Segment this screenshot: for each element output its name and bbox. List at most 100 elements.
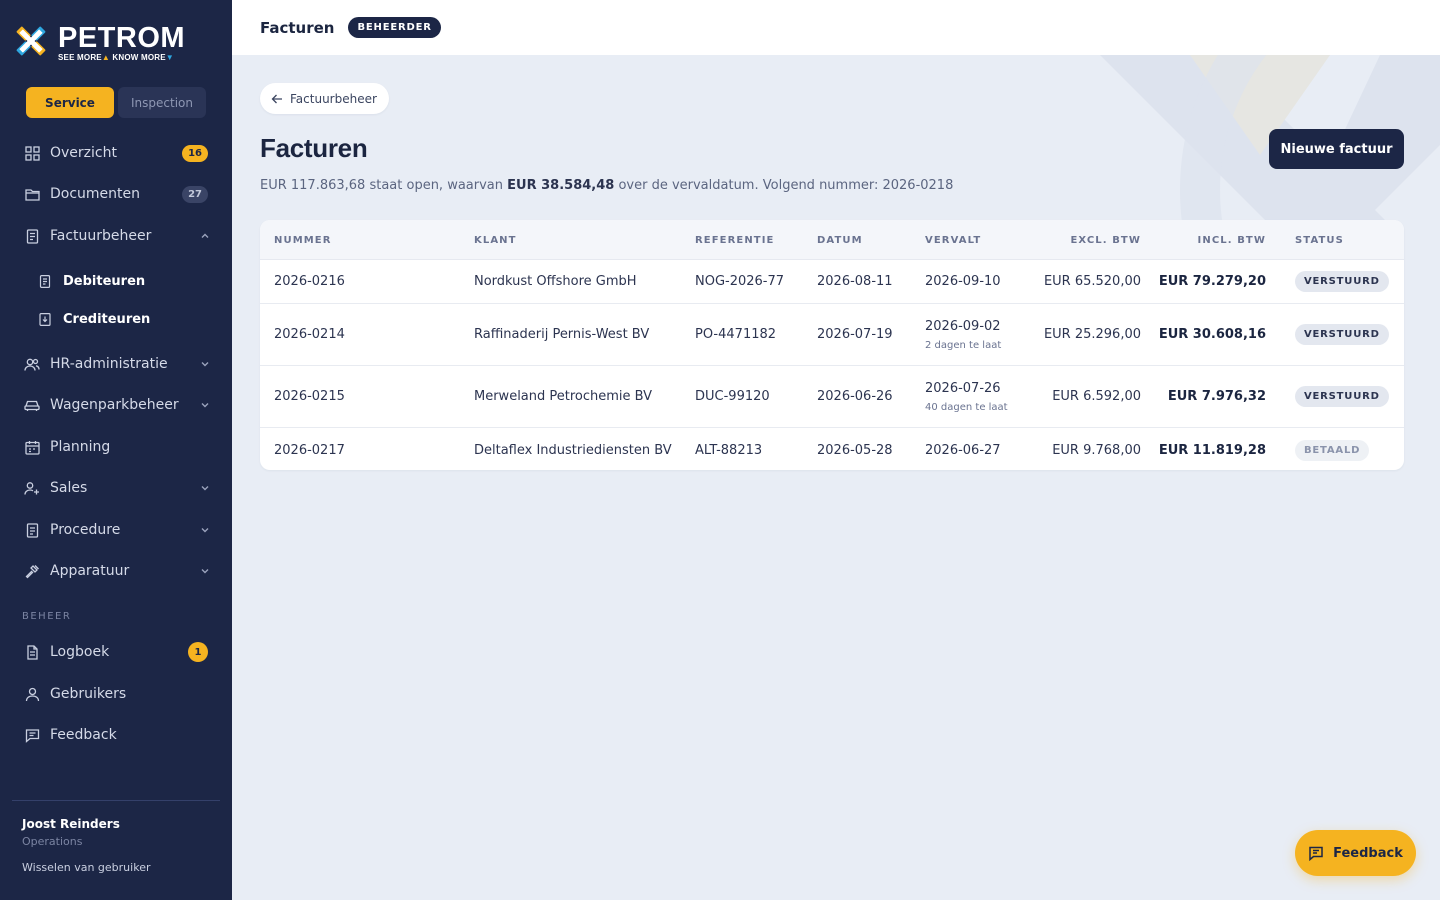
cell-incl: EUR 30.608,16	[1140, 304, 1266, 365]
chevron-down-icon[interactable]	[200, 400, 210, 410]
cell-value: EUR 65.520,00	[1043, 274, 1141, 289]
hammer-icon	[24, 563, 40, 579]
cell-value: Merweland Petrochemie BV	[474, 389, 653, 404]
cell-referentie: DUC-99120	[695, 366, 770, 427]
cell-datum: 2026-06-26	[817, 366, 893, 427]
back-link-label: Factuurbeheer	[290, 91, 377, 106]
cell-value: 2026-07-19	[817, 327, 893, 342]
sidebar-item-gebruikers[interactable]: Gebruikers	[0, 674, 232, 714]
cell-value: NOG-2026-77	[695, 274, 785, 289]
sidebar-item-factuurbeheer[interactable]: Factuurbeheer	[0, 216, 232, 256]
user-icon	[24, 686, 40, 702]
summary-text: EUR 117.863,68 staat open, waarvan EUR 3…	[260, 178, 953, 193]
column-header-incl-btw[interactable]: INCL. BTW	[1140, 220, 1266, 260]
status-badge: VERSTUURD	[1295, 386, 1389, 407]
overdue-note: 40 dagen te laat	[925, 401, 1008, 413]
column-header-datum[interactable]: DATUM	[817, 220, 863, 260]
cell-value: 2026-08-11	[817, 274, 893, 289]
cell-value: 2026-0216	[274, 274, 345, 289]
cell-value: 2026-05-28	[817, 442, 893, 458]
table-header: NUMMER KLANT REFERENTIE DATUM VERVALT EX…	[260, 220, 1404, 260]
switch-user-link[interactable]: Wisselen van gebruiker	[22, 861, 150, 874]
sidebar-item-documenten[interactable]: Documenten 27	[0, 174, 232, 214]
column-header-status[interactable]: STATUS	[1295, 220, 1344, 260]
column-header-excl-btw[interactable]: EXCL. BTW	[1020, 220, 1141, 260]
sidebar-item-wagenparkbeheer[interactable]: Wagenparkbeheer	[0, 385, 232, 425]
cell-status: BETAALD	[1295, 428, 1370, 470]
user-role: Operations	[22, 835, 83, 848]
chevron-down-icon[interactable]	[200, 483, 210, 493]
cell-klant: Raffinaderij Pernis-West BV	[474, 304, 649, 365]
cell-incl: EUR 11.819,28	[1140, 428, 1266, 470]
cell-value: 2026-06-26	[817, 389, 893, 404]
table-row[interactable]: 2026-0215 Merweland Petrochemie BV DUC-991…	[260, 366, 1404, 428]
new-invoice-button[interactable]: Nieuwe factuur	[1269, 129, 1404, 169]
cell-value: EUR 79.279,20	[1158, 274, 1266, 289]
sidebar-item-overzicht[interactable]: Overzicht 16	[0, 133, 232, 173]
table-row[interactable]: 2026-0214 Raffinaderij Pernis-West BV PO-4…	[260, 304, 1404, 366]
sidebar-subitem-label: Crediteuren	[63, 311, 151, 327]
cell-value: 2026-07-26	[925, 380, 1001, 396]
document-download-icon	[38, 312, 52, 326]
sidebar-item-procedure[interactable]: Procedure	[0, 510, 232, 550]
column-header-referentie[interactable]: REFERENTIE	[695, 220, 774, 260]
invoice-icon	[24, 228, 40, 244]
column-header-klant[interactable]: KLANT	[474, 220, 517, 260]
cell-value: 2026-09-02	[925, 318, 1001, 334]
mode-service-button[interactable]: Service	[26, 87, 114, 118]
main-content: Factuurbeheer Facturen EUR 117.863,68 st…	[232, 55, 1440, 900]
cell-nummer: 2026-0215	[274, 366, 345, 427]
cell-vervalt: 2026-09-10	[925, 260, 1001, 303]
cell-status: VERSTUURD	[1295, 366, 1389, 427]
cell-value: 2026-09-10	[925, 274, 1001, 289]
cell-value: Deltaflex Industriediensten BV	[474, 442, 672, 458]
grid-icon	[24, 145, 40, 161]
status-badge: VERSTUURD	[1295, 271, 1389, 292]
status-badge: VERSTUURD	[1295, 324, 1389, 345]
cell-nummer: 2026-0214	[274, 304, 345, 365]
cell-klant: Nordkust Offshore GmbH	[474, 260, 637, 303]
folder-icon	[24, 186, 40, 202]
car-icon	[24, 397, 40, 413]
cell-vervalt: 2026-09-02 2 dagen te laat	[925, 304, 1001, 365]
overzicht-count-badge: 16	[182, 144, 208, 162]
column-header-nummer[interactable]: NUMMER	[274, 220, 332, 260]
cell-excl: EUR 65.520,00	[1020, 260, 1141, 303]
sidebar-item-sales[interactable]: Sales	[0, 468, 232, 508]
chevron-up-icon[interactable]	[200, 231, 210, 241]
sidebar-item-planning[interactable]: Planning	[0, 427, 232, 467]
summary-suffix: over de vervaldatum. Volgend nummer: 202…	[614, 178, 954, 193]
sidebar-subitem-crediteuren[interactable]: Crediteuren	[0, 302, 232, 336]
cell-excl: EUR 9.768,00	[1020, 428, 1141, 470]
logboek-count-badge: 1	[188, 642, 208, 662]
table-row[interactable]: 2026-0216 Nordkust Offshore GmbH NOG-2026-…	[260, 260, 1404, 304]
tagline-left: SEE MORE	[58, 53, 102, 62]
cell-value: EUR 6.592,00	[1052, 389, 1141, 404]
topbar: Facturen BEHEERDER	[232, 0, 1440, 55]
cell-datum: 2026-08-11	[817, 260, 893, 303]
chevron-down-icon[interactable]	[200, 359, 210, 369]
sidebar-item-label: Gebruikers	[50, 686, 127, 702]
cell-value: 2026-06-27	[925, 442, 1001, 458]
sidebar-item-logboek[interactable]: Logboek 1	[0, 632, 232, 672]
chevron-down-icon[interactable]	[200, 525, 210, 535]
feedback-floating-button[interactable]: Feedback	[1295, 830, 1416, 876]
cell-referentie: NOG-2026-77	[695, 260, 784, 303]
sidebar-item-feedback[interactable]: Feedback	[0, 715, 232, 755]
mode-inspection-button[interactable]: Inspection	[118, 87, 206, 118]
chevron-down-icon[interactable]	[200, 566, 210, 576]
back-link[interactable]: Factuurbeheer	[260, 83, 389, 114]
petrom-logo-icon	[16, 26, 46, 56]
calendar-icon	[24, 439, 40, 455]
column-header-vervalt[interactable]: VERVALT	[925, 220, 981, 260]
brand-logo[interactable]: PETROM SEE MORE▲ KNOW MORE▼	[14, 24, 185, 62]
user-plus-icon	[24, 480, 40, 496]
sidebar-subitem-debiteuren[interactable]: Debiteuren	[0, 264, 232, 298]
cell-value: ALT-88213	[695, 442, 763, 458]
summary-overdue-amount: EUR 38.584,48	[507, 178, 615, 193]
triangle-down-icon: ▼	[165, 53, 174, 62]
sidebar-item-apparatuur[interactable]: Apparatuur	[0, 551, 232, 591]
table-row[interactable]: 2026-0217 Deltaflex Industriediensten BV A…	[260, 428, 1404, 470]
logbook-icon	[24, 644, 40, 660]
sidebar-item-hr-administratie[interactable]: HR-administratie	[0, 344, 232, 384]
